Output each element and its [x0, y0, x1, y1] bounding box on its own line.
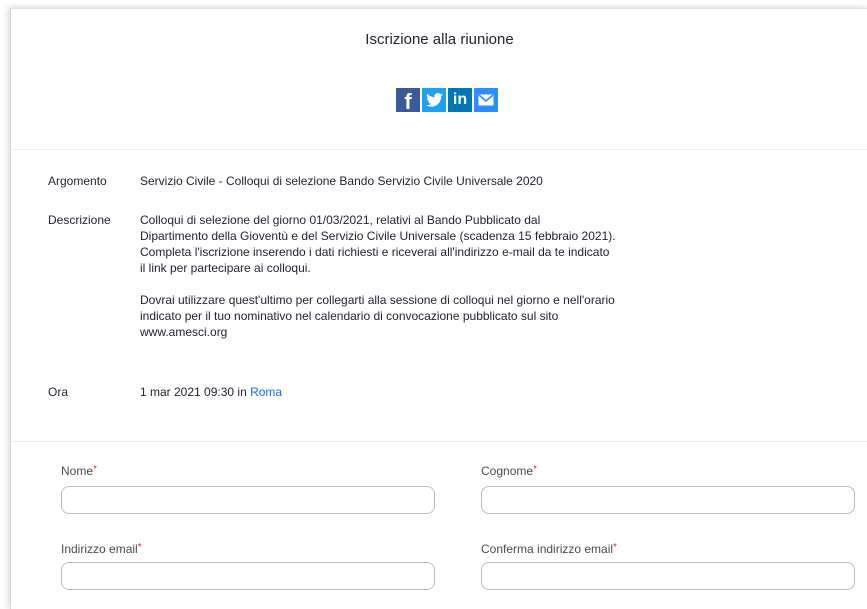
confirm-email-input[interactable]	[481, 562, 855, 590]
required-mark: *	[533, 464, 537, 475]
share-buttons: f in	[396, 88, 498, 114]
page-title: Iscrizione alla riunione	[365, 31, 514, 48]
last-name-input[interactable]	[481, 486, 855, 514]
timezone-link[interactable]: Roma	[250, 385, 282, 399]
description-value: Colloqui di selezione del giorno 01/03/2…	[140, 212, 680, 340]
topic-label: Argomento	[48, 174, 107, 188]
email-label: Indirizzo email*	[61, 542, 142, 556]
last-name-label-text: Cognome	[481, 464, 534, 478]
description-label: Descrizione	[48, 213, 111, 227]
time-label: Ora	[48, 385, 69, 399]
divider	[11, 149, 867, 150]
description-line: www.amesci.org	[140, 325, 228, 339]
first-name-input[interactable]	[61, 486, 435, 514]
description-line: Completa l'iscrizione inserendo i dati r…	[140, 245, 610, 259]
required-mark: *	[613, 542, 617, 553]
description-line: Colloqui di selezione del giorno 01/03/2…	[140, 213, 541, 227]
linkedin-icon[interactable]: in	[448, 88, 472, 112]
topic-value: Servizio Civile - Colloqui di selezione …	[140, 174, 543, 188]
required-mark: *	[93, 464, 97, 475]
twitter-bird-glyph	[425, 93, 443, 107]
divider	[11, 441, 867, 442]
time-text: 1 mar 2021 09:30 in	[140, 385, 251, 399]
twitter-icon[interactable]	[422, 88, 446, 112]
description-line: il link per partecipare ai colloqui.	[140, 261, 311, 275]
email-label-text: Indirizzo email	[61, 542, 138, 556]
description-line: Dovrai utilizzare quest'ultimo per colle…	[140, 293, 615, 307]
registration-card: Iscrizione alla riunione f in Argomento …	[10, 8, 867, 609]
first-name-label: Nome*	[61, 464, 97, 478]
email-input[interactable]	[61, 562, 435, 590]
facebook-icon[interactable]: f	[396, 88, 420, 114]
description-line: indicato per il tuo nominativo nel calen…	[140, 309, 559, 323]
email-icon[interactable]	[474, 88, 498, 112]
last-name-label: Cognome*	[481, 464, 537, 478]
description-paragraph-2: Dovrai utilizzare quest'ultimo per colle…	[140, 292, 680, 340]
envelope-glyph	[478, 94, 494, 106]
description-paragraph-1: Colloqui di selezione del giorno 01/03/2…	[140, 212, 680, 276]
time-value: 1 mar 2021 09:30 in Roma	[140, 384, 680, 400]
required-mark: *	[137, 542, 142, 553]
confirm-email-label: Conferma indirizzo email*	[481, 542, 617, 556]
first-name-label-text: Nome	[61, 464, 94, 478]
description-line: Dipartimento della Gioventù e del Serviz…	[140, 229, 616, 243]
confirm-email-label-text: Conferma indirizzo email	[481, 542, 614, 556]
